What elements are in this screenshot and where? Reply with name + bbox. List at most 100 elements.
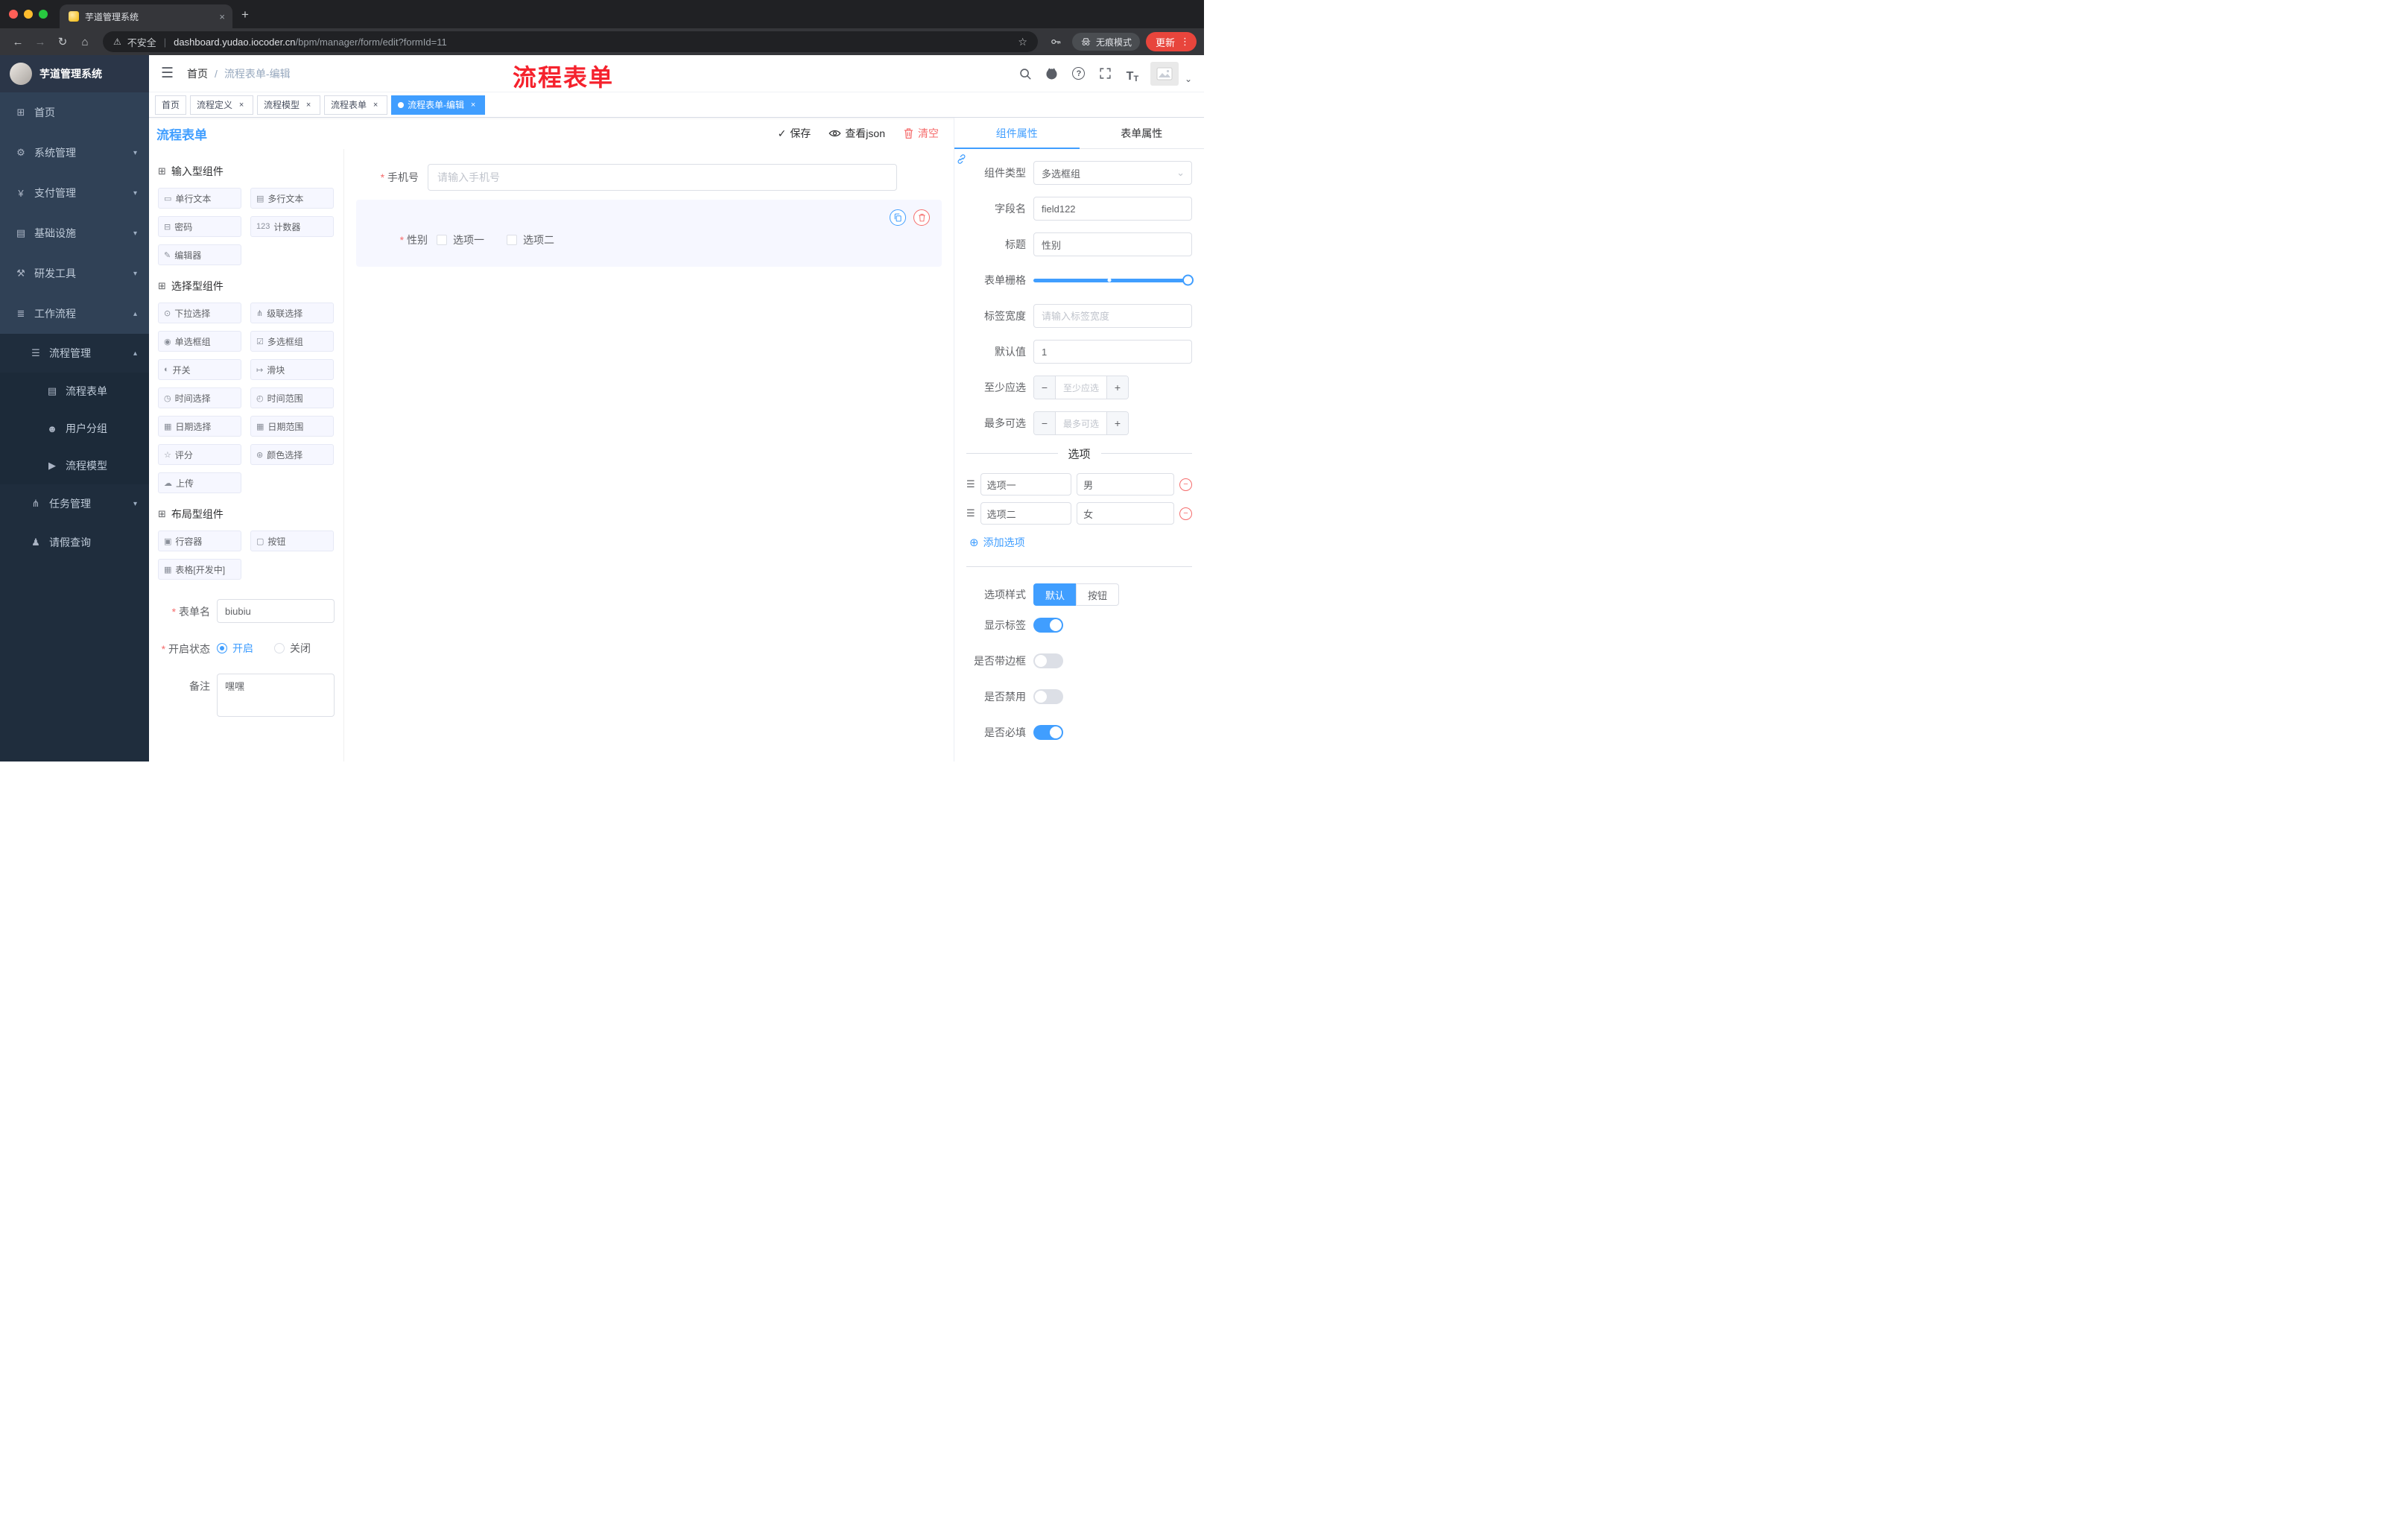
option2-value-input[interactable] <box>1077 502 1175 525</box>
palette-item-single-line-text[interactable]: ▭ 单行文本 <box>158 188 241 209</box>
avatar-caret-icon[interactable]: ⌄ <box>1185 74 1192 86</box>
sidebar-item-system-management[interactable]: ⚙ 系统管理 ▾ <box>0 133 149 173</box>
component-type-select[interactable]: 多选框组 ⌄ <box>1033 161 1192 185</box>
palette-item-color-picker[interactable]: ⊛ 颜色选择 <box>250 444 334 465</box>
sidebar-logo[interactable]: 芋道管理系统 <box>0 55 149 92</box>
github-icon[interactable] <box>1043 64 1061 83</box>
drag-handle-icon[interactable]: ☰ <box>966 478 975 490</box>
reload-icon[interactable]: ↻ <box>52 31 73 52</box>
browser-tab[interactable]: 芋道管理系统 × <box>60 4 232 28</box>
palette-item-switch[interactable]: ◐ 开关 <box>158 359 241 380</box>
drag-handle-icon[interactable]: ☰ <box>966 507 975 519</box>
browser-menu-icon[interactable]: ⋮ <box>1180 36 1190 48</box>
view-json-button[interactable]: 查看json <box>828 126 885 141</box>
palette-item-select[interactable]: ⊙ 下拉选择 <box>158 303 241 323</box>
decrease-icon[interactable]: − <box>1034 376 1056 399</box>
tag-close-icon[interactable]: × <box>303 100 314 110</box>
status-radio-on[interactable]: 开启 <box>217 641 253 656</box>
required-toggle[interactable] <box>1033 725 1063 740</box>
new-tab-button[interactable]: + <box>241 7 249 22</box>
sidebar-item-dev-tools[interactable]: ⚒ 研发工具 ▾ <box>0 253 149 294</box>
canvas-field-phone[interactable]: 手机号 <box>356 164 942 191</box>
tag-process-model[interactable]: 流程模型 × <box>257 95 321 115</box>
copy-field-icon[interactable] <box>890 209 906 226</box>
disabled-toggle[interactable] <box>1033 689 1063 704</box>
option2-label-input[interactable] <box>980 502 1072 525</box>
option1-value-input[interactable] <box>1077 473 1175 495</box>
phone-input[interactable] <box>428 164 897 191</box>
max-select-placeholder[interactable]: 最多可选 <box>1056 412 1106 434</box>
link-icon[interactable] <box>956 153 967 165</box>
palette-item-row-container[interactable]: ▣ 行容器 <box>158 531 241 551</box>
sidebar-item-process-model[interactable]: ▶ 流程模型 <box>0 447 149 484</box>
min-select-placeholder[interactable]: 至少应选 <box>1056 376 1106 399</box>
sidebar-item-process-management[interactable]: ☰ 流程管理 ▴ <box>0 334 149 373</box>
palette-item-upload[interactable]: ☁ 上传 <box>158 472 241 493</box>
window-zoom-button[interactable] <box>39 10 48 19</box>
tag-close-icon[interactable]: × <box>468 100 478 110</box>
palette-item-time-picker[interactable]: ◷ 时间选择 <box>158 387 241 408</box>
option1-label-input[interactable] <box>980 473 1072 495</box>
palette-item-date-picker[interactable]: ▦ 日期选择 <box>158 416 241 437</box>
field-name-input[interactable] <box>1033 197 1192 221</box>
gender-checkbox-option2[interactable]: 选项二 <box>507 232 554 247</box>
palette-item-counter[interactable]: 123 计数器 <box>250 216 334 237</box>
label-width-input[interactable] <box>1033 304 1192 328</box>
sidebar-item-task-management[interactable]: ⋔ 任务管理 ▾ <box>0 484 149 523</box>
palette-item-password[interactable]: ⊟ 密码 <box>158 216 241 237</box>
hamburger-icon[interactable]: ☰ <box>161 65 174 82</box>
tab-form-properties[interactable]: 表单属性 <box>1080 118 1205 148</box>
sidebar-item-infrastructure[interactable]: ▤ 基础设施 ▾ <box>0 213 149 253</box>
tab-close-icon[interactable]: × <box>218 11 226 22</box>
palette-item-cascader[interactable]: ⋔ 级联选择 <box>250 303 334 323</box>
form-name-input[interactable] <box>217 599 335 623</box>
user-avatar[interactable] <box>1150 61 1179 86</box>
form-remark-textarea[interactable]: 嘿嘿 <box>217 674 335 717</box>
palette-item-radio-group[interactable]: ◉ 单选框组 <box>158 331 241 352</box>
help-icon[interactable]: ? <box>1070 64 1088 83</box>
breadcrumb-home[interactable]: 首页 <box>187 66 208 81</box>
title-input[interactable] <box>1033 232 1192 256</box>
tag-process-definition[interactable]: 流程定义 × <box>190 95 254 115</box>
tag-home[interactable]: 首页 <box>155 95 187 115</box>
sidebar-item-home[interactable]: ⊞ 首页 <box>0 92 149 133</box>
fullscreen-icon[interactable] <box>1097 64 1115 83</box>
back-icon[interactable]: ← <box>7 31 28 52</box>
palette-item-date-range[interactable]: ▦ 日期范围 <box>250 416 334 437</box>
bookmark-star-icon[interactable]: ☆ <box>1018 36 1027 48</box>
browser-update-button[interactable]: 更新 ⋮ <box>1145 32 1197 51</box>
tag-close-icon[interactable]: × <box>370 100 381 110</box>
sidebar-item-process-form[interactable]: ▤ 流程表单 <box>0 373 149 410</box>
palette-item-checkbox-group[interactable]: ☑ 多选框组 <box>250 331 334 352</box>
save-button[interactable]: ✓ 保存 <box>778 126 811 141</box>
sidebar-item-leave-query[interactable]: ♟ 请假查询 <box>0 523 149 562</box>
search-icon[interactable] <box>1016 64 1034 83</box>
palette-item-button[interactable]: ▢ 按钮 <box>250 531 334 551</box>
tab-component-properties[interactable]: 组件属性 <box>954 118 1080 149</box>
show-label-toggle[interactable] <box>1033 618 1063 633</box>
with-border-toggle[interactable] <box>1033 653 1063 668</box>
tag-process-form[interactable]: 流程表单 × <box>324 95 388 115</box>
font-size-icon[interactable]: TT <box>1124 64 1141 83</box>
style-button-button[interactable]: 按钮 <box>1076 583 1120 606</box>
sidebar-item-payment-management[interactable]: ¥ 支付管理 ▾ <box>0 173 149 213</box>
window-minimize-button[interactable] <box>24 10 33 19</box>
password-key-icon[interactable] <box>1045 31 1066 52</box>
slider-handle[interactable] <box>1182 274 1194 286</box>
remove-option-icon[interactable]: − <box>1179 478 1193 491</box>
decrease-icon[interactable]: − <box>1034 412 1056 434</box>
palette-item-table[interactable]: ▦ 表格[开发中] <box>158 559 241 580</box>
gender-checkbox-option1[interactable]: 选项一 <box>437 232 484 247</box>
add-option-button[interactable]: ⊕ 添加选项 <box>969 535 1192 550</box>
increase-icon[interactable]: + <box>1106 376 1128 399</box>
palette-item-multi-line-text[interactable]: ▤ 多行文本 <box>250 188 334 209</box>
remove-option-icon[interactable]: − <box>1179 507 1193 520</box>
sidebar-item-user-group[interactable]: ☻ 用户分组 <box>0 410 149 447</box>
window-close-button[interactable] <box>9 10 18 19</box>
canvas-field-gender-selected[interactable]: 性别 选项一 选项二 <box>356 200 942 267</box>
home-icon[interactable]: ⌂ <box>75 31 95 52</box>
palette-item-rate[interactable]: ☆ 评分 <box>158 444 241 465</box>
palette-item-slider[interactable]: ↦ 滑块 <box>250 359 334 380</box>
tag-close-icon[interactable]: × <box>236 100 247 110</box>
delete-field-icon[interactable] <box>913 209 930 226</box>
